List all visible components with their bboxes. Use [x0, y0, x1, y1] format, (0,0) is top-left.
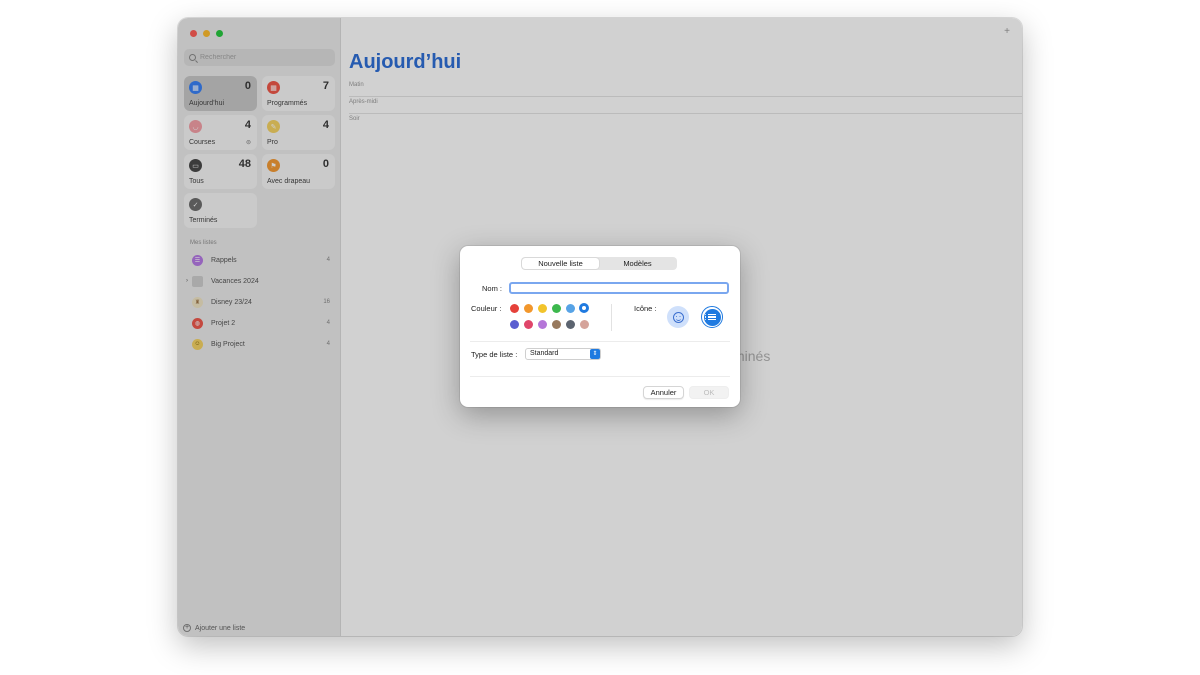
- name-label: Nom :: [482, 284, 503, 293]
- dialog-divider: [470, 341, 730, 342]
- color-swatch-red[interactable]: [510, 304, 519, 313]
- color-swatch-yellow[interactable]: [538, 304, 547, 313]
- tab-templates[interactable]: Modèles: [599, 258, 676, 269]
- color-swatch-light-blue[interactable]: [566, 304, 575, 313]
- dialog-tab-control: Nouvelle liste Modèles: [521, 257, 677, 270]
- color-swatch-indigo[interactable]: [510, 320, 519, 329]
- color-swatch-pink[interactable]: [524, 320, 533, 329]
- ok-button[interactable]: OK: [689, 386, 729, 399]
- icon-label: Icône :: [634, 304, 657, 313]
- color-swatch-graphite[interactable]: [566, 320, 575, 329]
- emoji-icon: [672, 311, 684, 323]
- list-type-value: Standard: [530, 350, 559, 357]
- dialog-divider: [611, 304, 612, 331]
- color-swatch-purple[interactable]: [538, 320, 547, 329]
- updown-arrows-icon: ⇕: [590, 349, 600, 359]
- list-type-select[interactable]: Standard ⇕: [525, 348, 601, 360]
- new-list-dialog: Nouvelle liste Modèles Nom : Couleur : I…: [460, 246, 740, 407]
- color-swatch-orange[interactable]: [524, 304, 533, 313]
- list-type-label: Type de liste :: [471, 350, 518, 359]
- cancel-button[interactable]: Annuler: [643, 386, 684, 399]
- list-name-input[interactable]: [509, 282, 729, 294]
- dialog-divider: [470, 376, 730, 377]
- color-swatch-brown[interactable]: [552, 320, 561, 329]
- color-swatch-blue-selected[interactable]: [579, 303, 589, 313]
- list-bullet-icon: [703, 308, 721, 326]
- color-swatch-rose[interactable]: [580, 320, 589, 329]
- list-icon-option-selected[interactable]: [701, 306, 723, 328]
- color-label: Couleur :: [471, 304, 502, 313]
- tab-new-list[interactable]: Nouvelle liste: [522, 258, 599, 269]
- color-swatch-green[interactable]: [552, 304, 561, 313]
- emoji-icon-option[interactable]: [667, 306, 689, 328]
